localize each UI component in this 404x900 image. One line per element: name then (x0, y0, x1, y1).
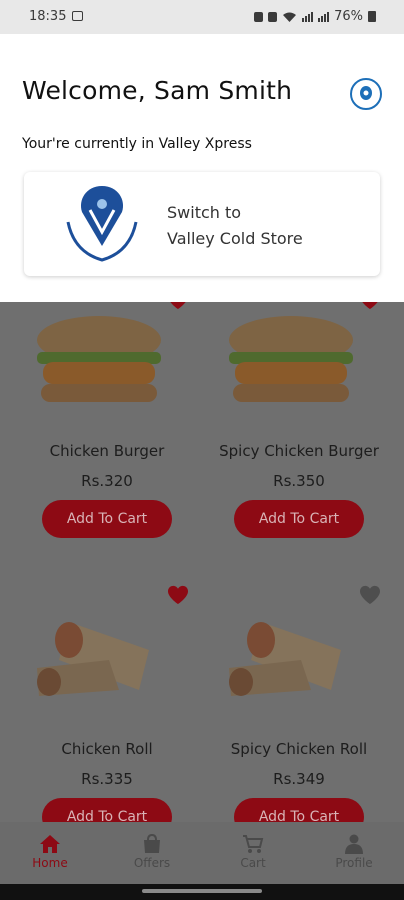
system-navigation-bar (0, 884, 404, 900)
favorite-heart-icon[interactable] (359, 585, 381, 605)
add-to-cart-button[interactable]: Add To Cart (42, 798, 172, 822)
product-card[interactable]: Spicy Chicken Burger Rs.350 Add To Cart (209, 290, 389, 552)
favorite-heart-icon[interactable] (167, 585, 189, 605)
current-store-text: Your're currently in Valley Xpress (22, 136, 252, 152)
add-to-cart-button[interactable]: Add To Cart (234, 500, 364, 538)
product-price: Rs.335 (81, 770, 133, 788)
bottom-navigation: Home Offers Cart Profile (0, 822, 404, 884)
offers-bag-icon (144, 834, 160, 853)
chicken-burger-image (37, 316, 161, 402)
status-time: 18:35 (29, 9, 67, 24)
switch-store-card[interactable]: Switch to Valley Cold Store (24, 172, 380, 276)
nav-cart[interactable]: Cart (213, 834, 293, 870)
signal-icon-2 (318, 11, 330, 22)
product-name: Chicken Burger (49, 442, 165, 460)
app-notification-icon (254, 11, 264, 22)
valley-cold-store-logo (66, 186, 138, 262)
profile-icon (345, 834, 363, 854)
target-store-name: Valley Cold Store (167, 229, 303, 248)
spicy-chicken-burger-image (229, 316, 353, 402)
product-price: Rs.320 (81, 472, 133, 490)
nav-home-label: Home (32, 856, 68, 870)
switch-store-text: Switch to Valley Cold Store (167, 200, 303, 252)
status-bar: 18:35 76% (0, 0, 404, 34)
product-name: Spicy Chicken Burger (219, 442, 379, 460)
store-logo-avatar-button[interactable] (350, 78, 382, 110)
product-name: Spicy Chicken Roll (230, 740, 368, 758)
signal-icon (302, 11, 314, 22)
battery-percent: 76% (334, 9, 363, 24)
product-card[interactable]: Chicken Burger Rs.320 Add To Cart (17, 290, 197, 552)
product-card[interactable]: Spicy Chicken Roll Rs.349 Add To Cart (209, 585, 389, 822)
wifi-icon (283, 12, 297, 22)
status-icons: 76% (254, 9, 376, 24)
welcome-title: Welcome, Sam Smith (22, 76, 293, 105)
home-gesture-handle[interactable] (142, 889, 262, 893)
home-icon (40, 835, 60, 853)
nav-offers[interactable]: Offers (112, 834, 192, 870)
nav-home[interactable]: Home (10, 834, 90, 870)
product-card[interactable]: Chicken Roll Rs.335 Add To Cart (17, 585, 197, 822)
nav-profile-label: Profile (335, 856, 373, 870)
nav-profile[interactable]: Profile (314, 834, 394, 870)
gallery-notification-icon (72, 11, 83, 21)
product-price: Rs.350 (273, 472, 325, 490)
nav-cart-label: Cart (240, 856, 266, 870)
nav-offers-label: Offers (133, 856, 171, 870)
add-to-cart-button[interactable]: Add To Cart (42, 500, 172, 538)
chicken-roll-image (37, 622, 149, 696)
product-price: Rs.349 (273, 770, 325, 788)
add-to-cart-button[interactable]: Add To Cart (234, 798, 364, 822)
product-name: Chicken Roll (61, 740, 153, 758)
cart-icon (243, 835, 264, 853)
spicy-chicken-roll-image (229, 622, 341, 696)
switch-label: Switch to (167, 203, 242, 222)
store-logo-icon (360, 86, 372, 100)
alarm-icon (268, 11, 278, 22)
store-switch-sheet: Welcome, Sam Smith Your're currently in … (0, 34, 404, 302)
battery-icon (368, 11, 376, 22)
